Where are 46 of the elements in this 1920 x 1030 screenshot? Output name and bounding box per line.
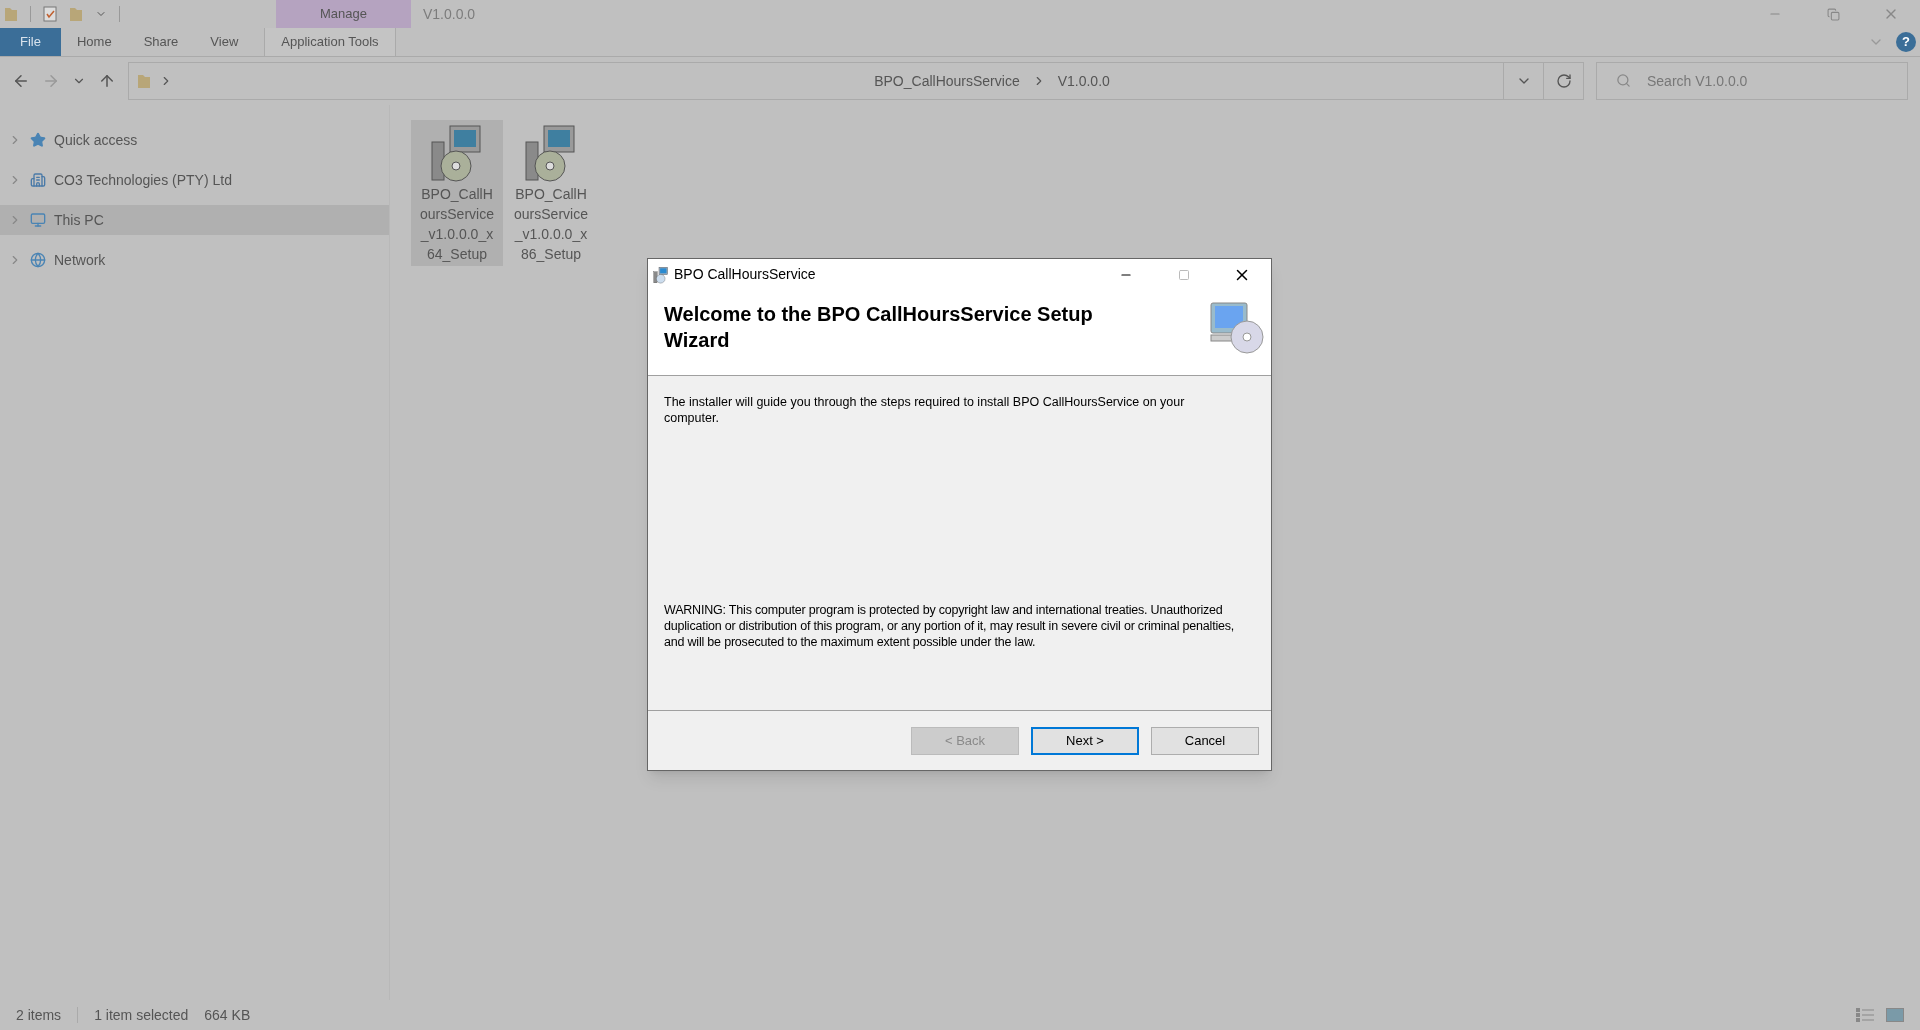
- installer-icon: [652, 265, 670, 284]
- path-segment[interactable]: BPO_CallHoursService: [874, 70, 1020, 92]
- file-item[interactable]: BPO_CallHoursService_v1.0.0.0_x64_Setup: [411, 120, 503, 266]
- folder-icon: [137, 73, 151, 89]
- network-icon: [30, 252, 46, 268]
- wizard-heading: Welcome to the BPO CallHoursService Setup Wizard: [664, 302, 1094, 353]
- dialog-button[interactable]: Next >: [1031, 726, 1139, 755]
- refresh-icon[interactable]: [1555, 73, 1572, 89]
- folder-icon: [69, 6, 83, 22]
- maximize-icon[interactable]: [1178, 268, 1190, 281]
- dialog-button[interactable]: Cancel: [1151, 726, 1259, 755]
- computer-icon: [30, 212, 46, 228]
- file-item[interactable]: BPO_CallHoursService_v1.0.0.0_x86_Setup: [505, 120, 597, 266]
- search-icon: [1616, 73, 1631, 88]
- sidebar-item[interactable]: This PC: [0, 205, 389, 235]
- ribbon-tab[interactable]: File: [0, 28, 61, 56]
- details-view-icon[interactable]: [1856, 1008, 1874, 1022]
- restore-icon[interactable]: [1826, 7, 1840, 21]
- forward-icon[interactable]: [42, 72, 60, 90]
- intro-text: The installer will guide you through the steps required to install BPO CallHoursService on your computer.: [664, 394, 1186, 426]
- contextual-group-label: Manage: [276, 0, 411, 28]
- up-icon[interactable]: [98, 72, 116, 90]
- back-icon[interactable]: [12, 72, 30, 90]
- sidebar-item[interactable]: CO3 Technologies (PTY) Ltd: [0, 165, 389, 195]
- warning-text: WARNING: This computer program is protected by copyright law and international treaties. Unauthorized duplication or distribution of this program, or any portion of it, may result in severe civil or criminal penalties, and will be prosecuted to the maximum extent possible under the law.: [664, 602, 1236, 650]
- ribbon-tab[interactable]: Application Tools: [264, 28, 396, 56]
- large-icons-view-icon[interactable]: [1886, 1008, 1904, 1022]
- sidebar-item[interactable]: Network: [0, 245, 389, 275]
- ribbon-tab[interactable]: Share: [127, 28, 195, 56]
- star-icon: [30, 132, 46, 148]
- search-field[interactable]: Search V1.0.0.0: [1596, 62, 1908, 100]
- address-bar[interactable]: BPO_CallHoursService V1.0.0.0: [128, 62, 1584, 100]
- selection-size: 664 KB: [204, 1005, 251, 1025]
- selection-info: 1 item selected: [94, 1005, 189, 1025]
- path-segment[interactable]: V1.0.0.0: [1057, 70, 1110, 92]
- dialog-title: BPO CallHoursService: [674, 265, 816, 284]
- ribbon-tab[interactable]: Home: [60, 28, 128, 56]
- checkbox-document-icon[interactable]: [43, 6, 57, 22]
- computer-cd-icon: [1209, 301, 1267, 355]
- ribbon-tab[interactable]: View: [194, 28, 255, 56]
- item-count: 2 items: [16, 1005, 62, 1025]
- window-title: V1.0.0.0: [423, 4, 476, 24]
- sidebar-item[interactable]: Quick access: [0, 125, 389, 155]
- help-icon[interactable]: ?: [1896, 32, 1916, 52]
- folder-icon: [4, 6, 18, 22]
- building-icon: [30, 172, 46, 188]
